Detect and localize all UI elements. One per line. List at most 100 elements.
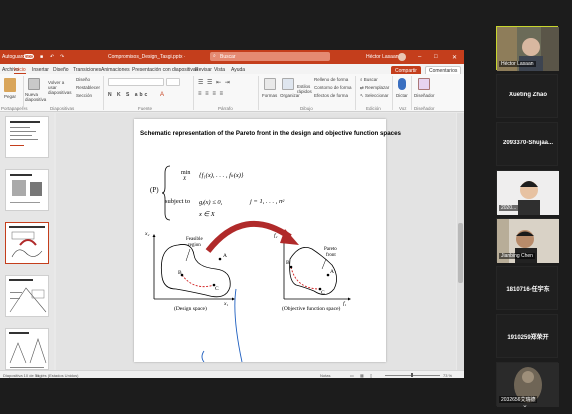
- feasible-pointer: [185, 248, 191, 262]
- participant-tile[interactable]: 1910259郑荣开: [496, 314, 558, 358]
- font-size-select[interactable]: [166, 78, 180, 86]
- tab-insert[interactable]: Insertar: [32, 67, 49, 73]
- list-icons[interactable]: ☰ ☰ ⇤ ⇥: [198, 79, 231, 86]
- sorter-view-icon[interactable]: ▦: [360, 373, 364, 378]
- pareto-pointer: [321, 258, 327, 270]
- reuse-slides-label[interactable]: Volver a usar diapositivas: [48, 80, 72, 95]
- tab-slideshow[interactable]: Presentación con diapositivas: [132, 67, 198, 73]
- thumbnail-content: [10, 174, 42, 203]
- new-slide-label[interactable]: Nueva diapositiva: [25, 92, 47, 102]
- tab-review[interactable]: Revisar: [195, 67, 212, 73]
- font-family-select[interactable]: [108, 78, 164, 86]
- chevron-down-icon[interactable]: ⌄: [522, 401, 528, 409]
- point-b-image-marker: [289, 265, 293, 269]
- layout-label[interactable]: Diseño: [76, 77, 90, 82]
- thumbnail-content: [10, 121, 40, 146]
- design-axis-x-label: x₁: [224, 301, 229, 307]
- participants-panel: Héctor Lasaan Xueting Zhao 2093370-Shuja…: [494, 26, 562, 414]
- vertical-scrollbar[interactable]: [457, 113, 464, 370]
- participant-tile[interactable]: 2020...: [496, 170, 559, 215]
- participant-tile[interactable]: 2032656艾瑞德: [496, 362, 559, 407]
- slide-thumbnail[interactable]: [5, 116, 49, 158]
- tab-view[interactable]: Vista: [214, 67, 225, 73]
- group-font: Fuente: [138, 106, 153, 111]
- tab-transitions[interactable]: Transiciones: [73, 67, 101, 73]
- search-box[interactable]: ⌕ Buscar: [210, 52, 330, 61]
- replace-button[interactable]: ⇄ Reemplazar: [360, 85, 389, 91]
- participant-tile[interactable]: 1810716-任宇东: [496, 266, 558, 310]
- reading-view-icon[interactable]: ▯: [370, 373, 372, 378]
- reset-label[interactable]: Restablecer: [76, 85, 100, 90]
- shapes-icon[interactable]: [264, 78, 276, 90]
- font-format-icons[interactable]: N K S abc: [108, 92, 149, 98]
- zoom-slider-knob[interactable]: [411, 373, 413, 377]
- designer-icon[interactable]: [418, 78, 430, 90]
- quick-styles-label[interactable]: Estilos rápidos: [297, 84, 312, 94]
- participant-name: 1810716-任宇东: [506, 287, 550, 293]
- replace-label: Reemplazar: [365, 85, 390, 90]
- design-pareto-set: [181, 274, 215, 288]
- avatar[interactable]: [398, 53, 406, 61]
- section-label[interactable]: Sección: [76, 93, 92, 98]
- participant-tile[interactable]: 2093370-Shujaa...: [496, 122, 558, 166]
- participant-name: 1910259郑荣开: [507, 335, 549, 341]
- scrollbar-thumb[interactable]: [458, 223, 463, 283]
- redo-icon[interactable]: ↷: [60, 54, 64, 60]
- language-indicator[interactable]: Inglés (Estados Unidos): [36, 373, 78, 378]
- design-axis-y-label: x₂: [145, 231, 150, 237]
- font-color-icon[interactable]: A: [160, 92, 164, 98]
- slide-editor: Schematic representation of the Pareto f…: [56, 113, 456, 370]
- zoom-level[interactable]: 73 %: [443, 373, 452, 378]
- ribbon-divider: [355, 76, 356, 110]
- point-a-marker: [218, 257, 222, 261]
- new-slide-icon[interactable]: [28, 78, 40, 90]
- participant-name: 2032656艾瑞德: [499, 396, 538, 403]
- pareto-label-line2: front: [326, 253, 336, 258]
- slide-thumbnail[interactable]: [5, 328, 49, 370]
- align-icons[interactable]: ≡ ≡ ≡ ≡: [198, 91, 224, 97]
- slide-thumbnail[interactable]: [5, 275, 49, 317]
- dictate-label[interactable]: Dictar: [396, 93, 408, 98]
- select-button[interactable]: ↖ Seleccionar: [360, 93, 389, 99]
- maximize-icon[interactable]: □: [434, 54, 438, 60]
- point-a-image-label: A: [330, 269, 334, 275]
- notes-button[interactable]: Notas: [320, 373, 330, 378]
- tab-help[interactable]: Ayuda: [231, 67, 245, 73]
- shape-effects[interactable]: Efectos de forma: [314, 93, 348, 98]
- slide-thumbnail-current[interactable]: [5, 222, 49, 264]
- ribbon: Pegar Portapapeles Nueva diapositiva Vol…: [0, 74, 464, 112]
- save-icon[interactable]: ■: [40, 54, 43, 60]
- close-icon[interactable]: ✕: [452, 54, 457, 61]
- tab-animations[interactable]: Animaciones: [101, 67, 130, 73]
- group-drawing: Dibujo: [300, 106, 313, 111]
- participant-tile[interactable]: Héctor Lasaan: [496, 26, 559, 71]
- shapes-label[interactable]: Formas: [262, 93, 277, 98]
- ribbon-tabs: Archivo Inicio Insertar Diseño Transicio…: [0, 64, 464, 76]
- slide: Schematic representation of the Pareto f…: [134, 119, 401, 362]
- shape-fill[interactable]: Relleno de forma: [314, 77, 348, 82]
- find-button[interactable]: ⌕ Buscar: [360, 77, 378, 82]
- shape-outline[interactable]: Contorno de forma: [314, 85, 352, 90]
- feasible-region-outline: [160, 244, 231, 298]
- tab-design[interactable]: Diseño: [53, 67, 69, 73]
- participant-tile[interactable]: Jianbing Chen: [496, 218, 559, 263]
- undo-icon[interactable]: ↶: [50, 54, 54, 60]
- paste-icon[interactable]: [4, 78, 16, 92]
- autosave-toggle[interactable]: [24, 54, 34, 59]
- group-slides: Diapositivas: [50, 106, 75, 111]
- designer-label[interactable]: Diseñador: [414, 93, 435, 98]
- ribbon-divider: [258, 76, 259, 110]
- ribbon-divider: [392, 76, 393, 110]
- participant-tile[interactable]: Xueting Zhao: [496, 74, 558, 118]
- user-name[interactable]: Héctor Lasaan: [366, 54, 399, 60]
- normal-view-icon[interactable]: ▭: [350, 373, 354, 378]
- microphone-icon[interactable]: [398, 78, 406, 90]
- group-paragraph: Párrafo: [218, 106, 233, 111]
- thumbnail-content: [9, 332, 47, 368]
- tab-home[interactable]: Inicio: [14, 67, 26, 74]
- arrange-icon[interactable]: [282, 78, 294, 90]
- paste-label[interactable]: Pegar: [4, 94, 16, 99]
- slide-thumbnail[interactable]: [5, 169, 49, 211]
- mapping-arrow: [205, 221, 292, 253]
- minimize-icon[interactable]: –: [418, 54, 421, 60]
